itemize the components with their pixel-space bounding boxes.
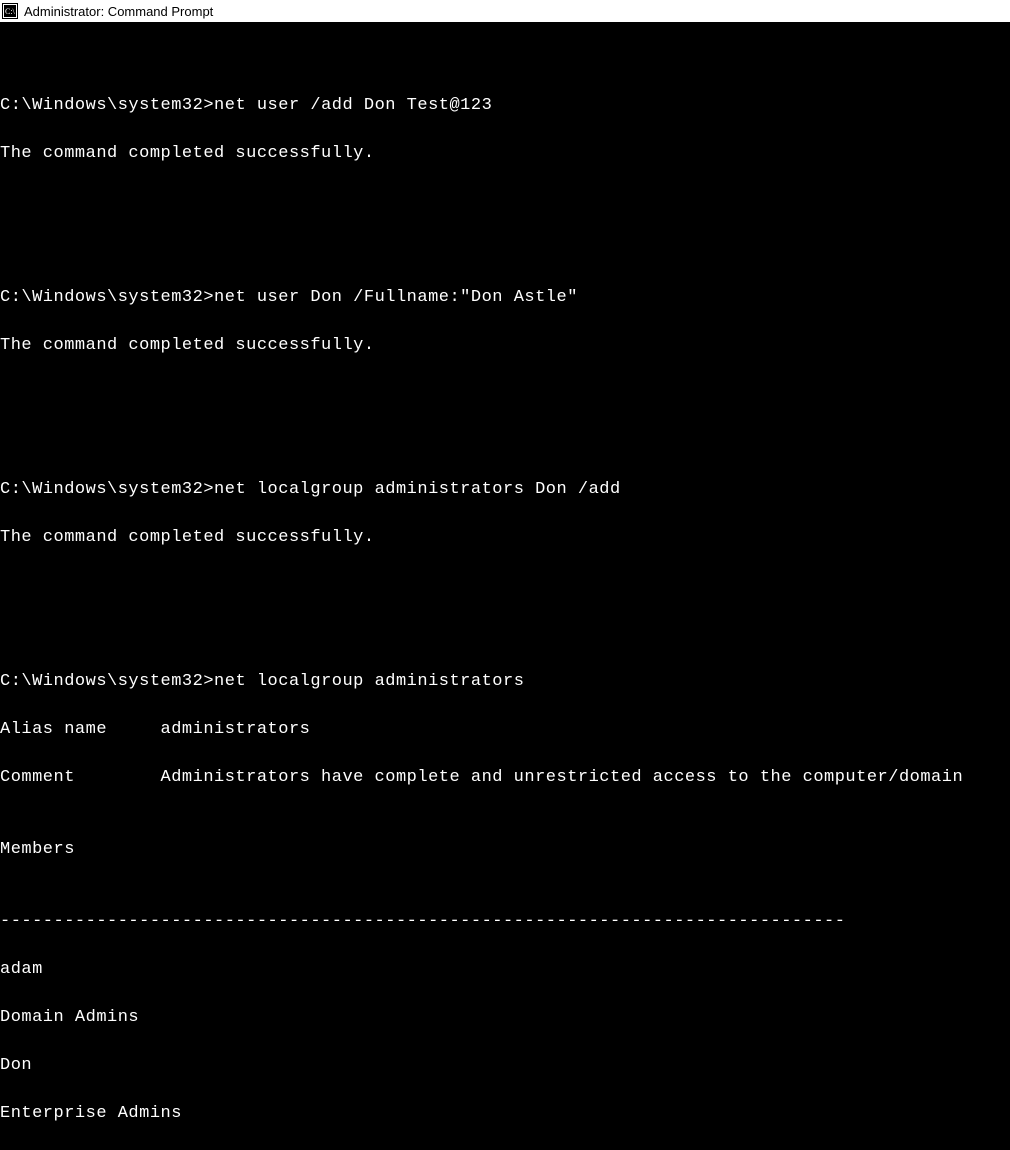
output-line: The command completed successfully. xyxy=(0,526,1010,550)
output-line: Comment Administrators have complete and… xyxy=(0,766,1010,790)
output-line: The command completed successfully. xyxy=(0,334,1010,358)
cmd-line: C:\Windows\system32>net localgroup admin… xyxy=(0,478,1010,502)
cmd-icon: C:\ xyxy=(2,3,18,19)
window-title: Administrator: Command Prompt xyxy=(24,4,213,19)
output-line: Don xyxy=(0,1054,1010,1078)
output-line: ----------------------------------------… xyxy=(0,910,1010,934)
output-line: Alias name administrators xyxy=(0,718,1010,742)
output-line: The command completed successfully. xyxy=(0,142,1010,166)
cmd-line: C:\Windows\system32>net user Don /Fullna… xyxy=(0,286,1010,310)
output-line: Domain Admins xyxy=(0,1006,1010,1030)
svg-text:C:\: C:\ xyxy=(5,7,16,16)
output-line: adam xyxy=(0,958,1010,982)
terminal-output[interactable]: C:\Windows\system32>net user /add Don Te… xyxy=(0,22,1010,1150)
output-line: Enterprise Admins xyxy=(0,1102,1010,1126)
window-titlebar[interactable]: C:\ Administrator: Command Prompt xyxy=(0,0,1010,22)
cmd-line: C:\Windows\system32>net localgroup admin… xyxy=(0,670,1010,694)
cmd-line: C:\Windows\system32>net user /add Don Te… xyxy=(0,94,1010,118)
output-line: Members xyxy=(0,838,1010,862)
